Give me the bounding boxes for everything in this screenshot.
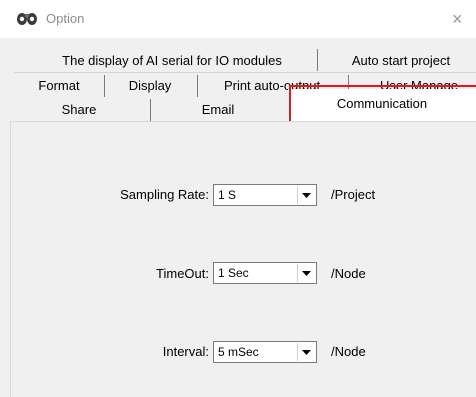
interval-unit: /Node (331, 344, 366, 359)
close-button[interactable]: × (452, 6, 476, 32)
timeout-value: 1 Sec (218, 266, 249, 280)
tab-format[interactable]: Format (20, 73, 98, 97)
interval-select[interactable]: 5 mSec (213, 341, 317, 363)
sampling-rate-value: 1 S (218, 188, 237, 202)
tab-ai-serial-display[interactable]: The display of AI serial for IO modules (22, 48, 322, 72)
tab-separator (317, 49, 318, 71)
sampling-rate-unit: /Project (331, 187, 376, 202)
tab-display[interactable]: Display (108, 73, 192, 97)
chevron-down-icon[interactable] (297, 343, 315, 361)
chevron-down-icon[interactable] (297, 186, 315, 204)
chevron-down-icon[interactable] (297, 264, 315, 282)
communication-panel: Sampling Rate: 1 S /Project TimeOut: 1 S… (10, 121, 476, 397)
tab-share[interactable]: Share (14, 97, 144, 121)
tab-email[interactable]: Email (156, 97, 280, 121)
sampling-rate-select[interactable]: 1 S (213, 184, 317, 206)
app-logo-icon (17, 13, 37, 25)
tab-separator (104, 75, 105, 97)
timeout-unit: /Node (331, 266, 366, 281)
tab-separator (197, 75, 198, 97)
sampling-rate-label: Sampling Rate: (120, 187, 209, 202)
window-title: Option (46, 11, 85, 26)
timeout-select[interactable]: 1 Sec (213, 262, 317, 284)
tab-separator (150, 99, 151, 121)
interval-label: Interval: (162, 344, 209, 359)
tab-auto-start-project[interactable]: Auto start project (326, 48, 476, 72)
interval-value: 5 mSec (218, 345, 259, 359)
timeout-label: TimeOut: (156, 266, 209, 281)
title-bar: Option × (0, 0, 476, 38)
